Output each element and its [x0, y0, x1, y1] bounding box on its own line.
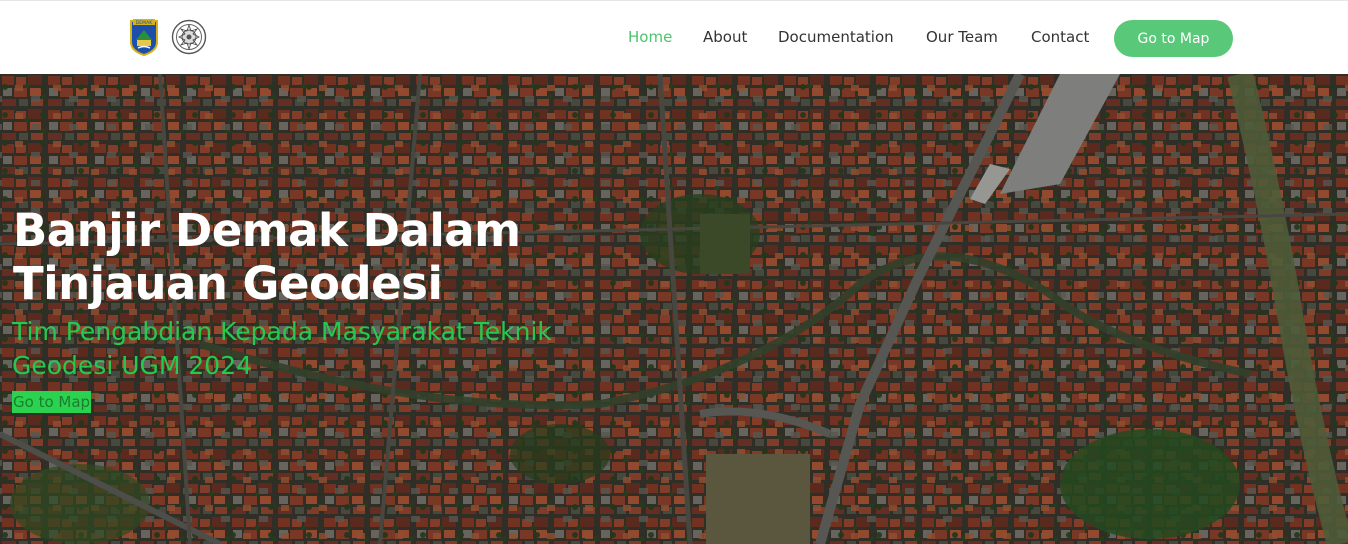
hero-title: Banjir Demak Dalam Tinjauan Geodesi — [13, 204, 573, 310]
hero-subtitle-line-2: Geodesi UGM 2024 — [12, 351, 253, 380]
go-to-map-button[interactable]: Go to Map — [1114, 20, 1233, 57]
hero-subtitle-line-1: Tim Pengabdian Kepada Masyarakat Teknik — [12, 317, 552, 346]
hero-section: Banjir Demak Dalam Tinjauan Geodesi Tim … — [0, 74, 1348, 544]
nav-about[interactable]: About — [703, 28, 747, 46]
hero-title-line-1: Banjir Demak Dalam — [13, 204, 521, 257]
hero-go-to-map-button[interactable]: Go to Map — [12, 391, 92, 413]
nav-contact[interactable]: Contact — [1031, 28, 1089, 46]
hero-title-line-2: Tinjauan Geodesi — [13, 257, 443, 310]
hero-subtitle: Tim Pengabdian Kepada Masyarakat Teknik … — [12, 315, 612, 383]
nav-our-team[interactable]: Our Team — [926, 28, 998, 46]
nav-home[interactable]: Home — [628, 28, 672, 46]
nav-documentation[interactable]: Documentation — [778, 28, 894, 46]
ugm-logo[interactable] — [171, 19, 207, 55]
kabupaten-demak-logo[interactable]: DEMAK — [129, 18, 159, 56]
svg-text:DEMAK: DEMAK — [136, 20, 154, 26]
top-navigation-bar: DEMAK Home About Documentation Our Team … — [0, 0, 1348, 74]
